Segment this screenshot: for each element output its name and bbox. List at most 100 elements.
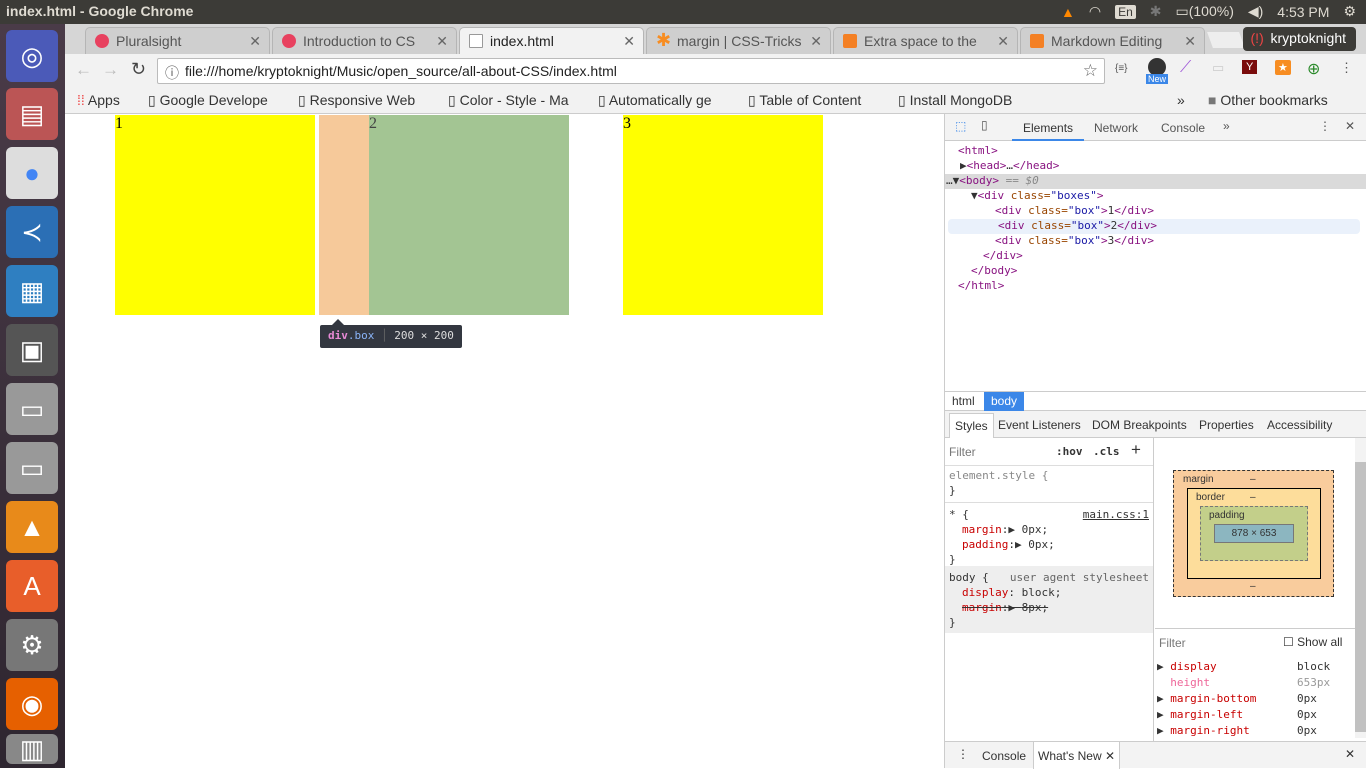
drawer-tab-console[interactable]: Console (982, 749, 1026, 763)
trash-icon[interactable]: ▥ (6, 734, 58, 764)
show-all-checkbox[interactable]: ☐ Show all (1283, 635, 1342, 649)
address-bar[interactable]: ⓘ file:///home/kryptoknight/Music/open_s… (157, 58, 1105, 84)
dom-node-body-close[interactable]: </body> (945, 264, 1366, 279)
subtab-accessibility[interactable]: Accessibility (1267, 418, 1332, 432)
profile-button[interactable]: (!) kryptoknight (1242, 27, 1356, 51)
bookmarks-overflow-button[interactable]: » (1177, 92, 1185, 108)
dom-node-div-close[interactable]: </div> (945, 249, 1366, 264)
tab-elements[interactable]: Elements (1012, 114, 1085, 141)
dom-node-box-3[interactable]: <div class="box">3</div> (945, 234, 1366, 249)
computed-property[interactable]: ▶ display block (1157, 659, 1353, 675)
json-viewer-extension-icon[interactable]: {≡} (1115, 63, 1128, 74)
tab-markdown-editing[interactable]: Markdown Editing ✕ (1020, 27, 1205, 54)
dom-node-div-boxes[interactable]: ▼<div class="boxes"> (945, 189, 1366, 204)
bookmark-star-icon[interactable]: ☆ (1083, 61, 1098, 81)
style-property[interactable]: display: block; (949, 585, 1149, 600)
styles-scrollbar[interactable] (1355, 438, 1366, 738)
tab-css-tricks[interactable]: ✱ margin | CSS-Tricks ✕ (646, 27, 831, 54)
computed-property[interactable]: ▶ margin-bottom 0px (1157, 691, 1353, 707)
vlc-tray-icon[interactable]: ▲ (1061, 4, 1075, 20)
subtab-styles[interactable]: Styles (949, 413, 994, 438)
dom-node-box-1[interactable]: <div class="box">1</div> (945, 204, 1366, 219)
tab-pluralsight[interactable]: Pluralsight ✕ (85, 27, 270, 54)
bookmark-install-mongodb[interactable]: ▯ Install MongoDB (898, 92, 1033, 109)
close-tab-icon[interactable]: ✕ (623, 33, 635, 50)
drawer-tab-whats-new[interactable]: What's New ✕ (1033, 742, 1121, 769)
more-tabs-button[interactable]: » (1223, 119, 1230, 133)
computed-property[interactable]: ▶ margin-left 0px (1157, 707, 1353, 723)
files-icon[interactable]: ▤ (6, 88, 58, 140)
new-tab-button[interactable] (1207, 32, 1245, 48)
close-tab-icon[interactable]: ✕ (1184, 33, 1196, 50)
disk-drive-icon[interactable]: ▭ (6, 383, 58, 435)
keyboard-language[interactable]: En (1115, 4, 1136, 19)
dom-node-body-selected[interactable]: …▼<body> == $0 (945, 174, 1366, 189)
expand-arrow-icon[interactable]: ▶ (960, 159, 967, 172)
chrome-icon[interactable]: ● (6, 147, 58, 199)
vlc-icon[interactable]: ▲ (6, 501, 58, 553)
download-extension-icon[interactable]: ⊕ (1307, 59, 1320, 79)
breadcrumb-body[interactable]: body (984, 392, 1025, 411)
inspect-element-icon[interactable]: ⬚ (955, 119, 966, 133)
styles-filter-input[interactable]: Filter (949, 445, 976, 459)
bookmark-color-style[interactable]: ▯ Color - Style - Ma (448, 92, 583, 109)
power-gear-icon[interactable]: ⚙ (1343, 3, 1356, 20)
wifi-icon[interactable]: ◠ (1089, 3, 1101, 20)
chrome-menu-icon[interactable]: ⋮ (1340, 60, 1353, 76)
tab-stackoverflow-extra-space[interactable]: Extra space to the ✕ (833, 27, 1018, 54)
close-drawer-tab-icon[interactable]: ✕ (1105, 749, 1115, 763)
back-button[interactable]: ← (75, 60, 92, 80)
yandex-extension-icon[interactable]: Y (1242, 60, 1258, 74)
firefox-icon[interactable]: ◉ (6, 678, 58, 730)
vscode-icon[interactable]: ≺ (6, 206, 58, 258)
computed-property[interactable]: ▶ margin-right 0px (1157, 723, 1353, 739)
star-extension-icon[interactable]: ★ (1275, 60, 1291, 75)
bookmark-responsive-web[interactable]: ▯ Responsive Web (298, 92, 433, 109)
subtab-properties[interactable]: Properties (1199, 418, 1254, 432)
subtab-event-listeners[interactable]: Event Listeners (998, 418, 1081, 432)
chat-extension-icon[interactable]: ▭ (1212, 60, 1224, 76)
tab-network[interactable]: Network (1094, 121, 1138, 135)
bookmark-automatically-generate[interactable]: ▯ Automatically ge (598, 92, 738, 109)
bluetooth-icon[interactable]: ✱ (1150, 3, 1162, 20)
close-tab-icon[interactable]: ✕ (810, 33, 822, 50)
computed-filter-input[interactable]: Filter (1159, 636, 1186, 650)
dom-node-html[interactable]: <html> (945, 144, 1366, 159)
clock[interactable]: 4:53 PM (1277, 4, 1329, 20)
disk-drive-icon-2[interactable]: ▭ (6, 442, 58, 494)
breadcrumb-html[interactable]: html (952, 394, 975, 408)
style-property[interactable]: padding:▶ 0px; (949, 537, 1149, 552)
collapse-arrow-icon[interactable]: ▼ (971, 189, 978, 202)
hov-toggle[interactable]: :hov (1056, 445, 1083, 458)
tab-console[interactable]: Console (1161, 121, 1205, 135)
drawer-menu-icon[interactable]: ⋮ (957, 747, 969, 761)
close-tab-icon[interactable]: ✕ (249, 33, 261, 50)
workspace-switcher-icon[interactable]: ▣ (6, 324, 58, 376)
volume-icon[interactable]: ◀) (1248, 3, 1263, 20)
close-drawer-icon[interactable]: ✕ (1345, 747, 1355, 761)
other-bookmarks[interactable]: ■ Other bookmarks (1208, 92, 1328, 108)
reload-button[interactable]: ↻ (131, 59, 146, 80)
dom-node-html-close[interactable]: </html> (945, 279, 1366, 294)
style-property[interactable]: margin:▶ 0px; (949, 522, 1149, 537)
computed-property[interactable]: height 653px (1157, 675, 1353, 691)
system-settings-icon[interactable]: ⚙ (6, 619, 58, 671)
close-devtools-icon[interactable]: ✕ (1345, 119, 1355, 133)
cls-toggle[interactable]: .cls (1093, 445, 1120, 458)
ubuntu-dash-icon[interactable]: ◎ (6, 30, 58, 82)
bookmark-table-of-contents[interactable]: ▯ Table of Content (748, 92, 883, 109)
dom-node-box-2-hovered[interactable]: <div class="box">2</div> (948, 219, 1360, 234)
devtools-menu-icon[interactable]: ⋮ (1319, 119, 1331, 133)
bookmark-google-developers[interactable]: ▯ Google Develope (148, 92, 303, 109)
forward-button[interactable]: → (102, 60, 119, 80)
subtab-dom-breakpoints[interactable]: DOM Breakpoints (1092, 418, 1187, 432)
feather-extension-icon[interactable]: ⟋ (1180, 59, 1191, 77)
stylesheet-link[interactable]: main.css:1 (1083, 507, 1149, 522)
style-property-overridden[interactable]: margin:▶ 8px; (949, 600, 1149, 615)
software-center-icon[interactable]: A (6, 560, 58, 612)
dom-node-head[interactable]: ▶<head>…</head> (945, 159, 1366, 174)
battery-indicator[interactable]: ▭(100%) (1175, 3, 1233, 20)
device-toolbar-icon[interactable]: ▯ (981, 118, 988, 132)
close-tab-icon[interactable]: ✕ (436, 33, 448, 50)
new-style-rule-icon[interactable]: + (1131, 440, 1141, 460)
